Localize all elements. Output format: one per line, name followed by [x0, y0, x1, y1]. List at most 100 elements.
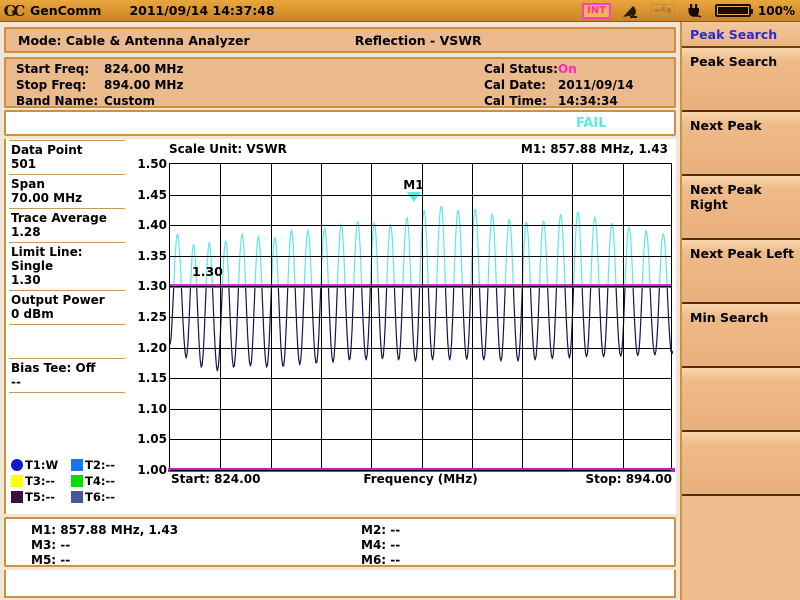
trace-legend-label: T6:-- — [85, 490, 115, 504]
marker-readout-label: M3: — [31, 538, 57, 552]
trace-legend-label: T5:-- — [25, 490, 55, 504]
trace-legend-label: T3:-- — [25, 474, 55, 488]
sidebar-item-title: Limit Line: Single — [11, 245, 83, 273]
y-axis-tick-label: 1.40 — [137, 218, 167, 232]
trace-legend-item-t3[interactable]: T3:-- — [11, 474, 71, 488]
mode-bar[interactable]: Mode: Cable & Antenna Analyzer Reflectio… — [4, 27, 676, 53]
sidebar-item-title: Span — [11, 177, 45, 191]
softkey-label: Next Peak — [690, 118, 762, 133]
grid-line-horizontal — [170, 256, 671, 257]
sidebar-item-limit-line-single[interactable]: Limit Line: Single 1.30 — [6, 244, 129, 289]
grid-line-horizontal — [170, 286, 671, 287]
softkey-min-search[interactable]: Min Search — [682, 304, 800, 368]
softkey-label: Peak Search — [690, 54, 778, 69]
trace-color-swatch-icon — [11, 475, 23, 487]
start-freq-row[interactable]: Start Freq: 824.00 MHz — [16, 61, 183, 77]
grid-line-vertical — [422, 164, 423, 468]
marker-readout-label: M6: — [361, 553, 387, 567]
marker-readout-m5: M5: -- — [31, 553, 70, 567]
chart-area[interactable]: Scale Unit: VSWR M1: 857.88 MHz, 1.43 1.… — [129, 139, 676, 514]
sidebar-item-value: 0 dBm — [11, 307, 54, 321]
y-axis-tick-label: 1.10 — [137, 402, 167, 416]
softkey-next-peak-right[interactable]: Next Peak Right — [682, 176, 800, 240]
marker-table: M1: 857.88 MHz, 1.43 M2: -- M3: -- M4: -- M5… — [4, 517, 676, 567]
band-name-key: Band Name: — [16, 94, 99, 108]
trace-legend-item-t4[interactable]: T4:-- — [71, 474, 131, 488]
sidebar-divider — [9, 392, 125, 393]
grid-line-vertical — [371, 164, 372, 468]
trace-legend-item-t2[interactable]: T2:-- — [71, 458, 131, 472]
softkey-next-peak[interactable]: Next Peak — [682, 112, 800, 176]
limit-line-label: 1.30 — [192, 264, 223, 280]
trace-legend-row: T5:-- T6:-- — [11, 489, 131, 505]
sidebar-item-bias-tee-off[interactable]: Bias Tee: Off -- — [6, 360, 129, 391]
sidebar-item-title: Output Power — [11, 293, 105, 307]
trace-legend-item-t5[interactable]: T5:-- — [11, 490, 71, 504]
trace-color-swatch-icon — [71, 459, 83, 471]
grid-line-horizontal — [170, 225, 671, 226]
usb-icon — [650, 4, 675, 17]
cal-status-row: Cal Status: On — [484, 61, 577, 77]
marker-readout-label: M2: — [361, 523, 387, 537]
softkey-peak-search[interactable]: Peak Search — [682, 48, 800, 112]
marker-m1[interactable]: M1 — [403, 177, 424, 202]
softkey-menu: Peak Search Peak Search Next Peak Next Pea… — [680, 22, 800, 600]
y-axis-tick-label: 1.45 — [137, 188, 167, 202]
cal-status-key: Cal Status: — [484, 62, 558, 76]
sidebar-divider — [9, 140, 125, 141]
grid-line-vertical — [472, 164, 473, 468]
system-datetime: 2011/09/14 14:37:48 — [129, 3, 275, 18]
mode-label: Mode: Cable & Antenna Analyzer — [18, 32, 250, 48]
status-icon-group: INT 100% — [582, 2, 800, 19]
sidebar-divider — [9, 324, 125, 325]
trace-legend-item-t6[interactable]: T6:-- — [71, 490, 131, 504]
cal-status-value: On — [558, 62, 577, 76]
x-axis-stop-label: Stop: 894.00 — [585, 472, 673, 486]
trace-legend-row: T3:-- T4:-- — [11, 473, 131, 489]
start-freq-key: Start Freq: — [16, 62, 90, 76]
trace-legend-row: T1:W T2:-- — [11, 457, 131, 473]
marker-readout-value: -- — [386, 523, 401, 537]
grid-line-horizontal — [170, 378, 671, 379]
limit-result-status: FAIL — [576, 116, 607, 131]
sidebar-item-value — [11, 341, 125, 356]
softkey-label: Next Peak Left — [690, 246, 794, 261]
measurement-info-sidebar: Data Point 501 Span 70.00 MHz Trace Average 1… — [4, 139, 129, 514]
y-axis-tick-label: 1.35 — [137, 249, 167, 263]
sidebar-item-output-power[interactable]: Output Power 0 dBm — [6, 292, 129, 323]
sidebar-item-trace-average[interactable]: Trace Average 1.28 — [6, 210, 129, 241]
y-axis-tick-label: 1.25 — [137, 310, 167, 324]
marker-readout-m1: M1: 857.88 MHz, 1.43 — [31, 523, 178, 537]
cal-time-row: Cal Time: 14:34:34 — [484, 93, 618, 109]
app-title: GenComm — [30, 3, 102, 18]
trace-legend-item-t1[interactable]: T1:W — [11, 458, 71, 472]
trace-legend-label: T4:-- — [85, 474, 115, 488]
softkey-label: Next Peak Right — [690, 182, 762, 212]
marker-readout-label: M5: — [31, 553, 57, 567]
satellite-dish-icon — [618, 3, 644, 18]
grid-line-vertical — [321, 164, 322, 468]
start-freq-value: 824.00 MHz — [104, 62, 184, 76]
plot-grid[interactable]: 1.30 M1 1.50 1.45 1.40 1.35 1.30 1.25 1.20 1.15… — [137, 158, 675, 476]
y-axis-tick-label: 1.20 — [137, 341, 167, 355]
softkey-next-peak-left[interactable]: Next Peak Left — [682, 240, 800, 304]
marker-m1-label: M1 — [403, 177, 424, 192]
sidebar-item-blank — [6, 326, 129, 357]
marker-readout-m4: M4: -- — [361, 538, 400, 552]
sidebar-item-value: 501 — [11, 157, 37, 171]
internal-reference-badge: INT — [582, 2, 611, 19]
scale-unit-label: Scale Unit: VSWR — [169, 142, 287, 156]
band-name-row[interactable]: Band Name: Custom — [16, 93, 155, 109]
marker-readout-value: -- — [56, 538, 71, 552]
y-axis-tick-label: 1.50 — [137, 157, 167, 171]
marker-readout-m2: M2: -- — [361, 523, 400, 537]
marker-m1-triangle-icon — [406, 191, 421, 202]
sidebar-item-span[interactable]: Span 70.00 MHz — [6, 176, 129, 207]
y-axis-tick-label: 1.00 — [137, 463, 167, 477]
stop-freq-row[interactable]: Stop Freq: 894.00 MHz — [16, 77, 183, 93]
sidebar-item-title — [11, 327, 125, 341]
sidebar-divider — [9, 174, 125, 175]
softkey-label: Min Search — [690, 310, 769, 325]
sidebar-item-data-point[interactable]: Data Point 501 — [6, 142, 129, 173]
grid-line-vertical — [623, 164, 624, 468]
